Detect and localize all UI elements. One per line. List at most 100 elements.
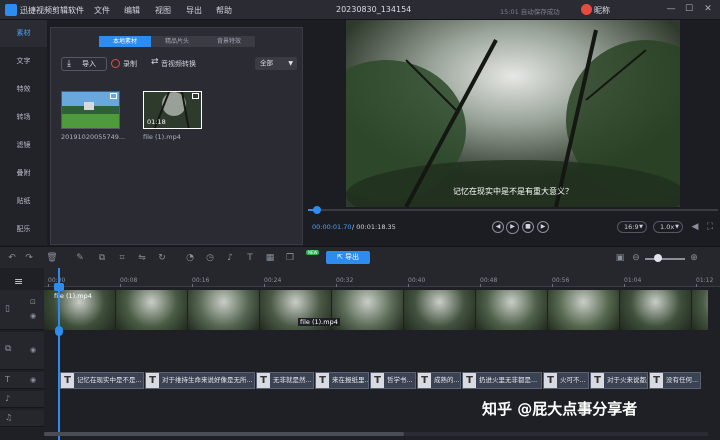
mic-icon[interactable]: ♪ (224, 252, 236, 264)
subtitle-clip[interactable]: T 火可不... (543, 372, 589, 389)
ruler-tick-label: 00:24 (264, 277, 282, 284)
ruler-tick-mark (192, 284, 193, 287)
fit-icon[interactable]: ▣ (614, 252, 626, 264)
sidebar-item-music[interactable]: 配乐 (0, 216, 47, 243)
avatar[interactable] (581, 4, 592, 15)
tab-backgrounds[interactable]: 背景特效 (203, 36, 255, 47)
sidebar-item-material[interactable]: 素材 (0, 20, 47, 47)
redo-icon[interactable]: ↷ (23, 252, 35, 264)
ruler-tick-label: 01:04 (624, 277, 642, 284)
playhead-marker[interactable] (55, 326, 63, 336)
timeline-scrollbar[interactable] (44, 432, 708, 436)
subtitle-clip[interactable]: T 成熟的... (417, 372, 461, 389)
prev-frame-icon[interactable]: ◀ (492, 221, 504, 233)
visibility-icon[interactable]: ◉ (30, 346, 36, 354)
playhead[interactable] (54, 268, 64, 440)
text-clip-icon: T (650, 373, 663, 388)
mirror-icon[interactable]: ⇋ (136, 252, 148, 264)
volume-icon[interactable]: ◀ (689, 221, 701, 233)
scrollbar-thumb[interactable] (44, 432, 404, 436)
media-item-image[interactable] (61, 91, 120, 129)
subtitle-clip[interactable]: T 哲学书... (370, 372, 416, 389)
video-clip[interactable]: file (1).mp4 file (1).mp4 (44, 290, 708, 330)
subtitle-clip[interactable]: T 没有任何... (649, 372, 701, 389)
minimize-icon[interactable]: — (664, 3, 678, 16)
aspect-value: 16:9 (624, 223, 639, 231)
copy-icon[interactable]: ❐ (284, 252, 296, 264)
subtitle-clip[interactable]: T 来在报纸里... (315, 372, 369, 389)
audio-track-icon: ♫ (5, 413, 13, 422)
tab-local-media[interactable]: 本地素材 (99, 36, 151, 47)
subtitle-clip[interactable]: T 扔进火里无非都是... (462, 372, 542, 389)
undo-icon[interactable]: ↶ (6, 252, 18, 264)
zoom-out-icon[interactable]: ⊖ (630, 252, 642, 264)
maximize-icon[interactable]: ☐ (682, 3, 696, 16)
convert-icon[interactable]: ⇄ (151, 57, 159, 67)
crop-icon[interactable]: ⌗ (116, 252, 128, 264)
zoom-handle[interactable] (654, 254, 662, 262)
text-add-icon[interactable]: T (244, 252, 256, 264)
record-button[interactable]: 录制 (123, 59, 137, 69)
timer-icon[interactable]: ◷ (204, 252, 216, 264)
menu-export[interactable]: 导出 (186, 5, 202, 16)
edit-icon[interactable]: ✎ (74, 252, 86, 264)
mosaic-icon[interactable]: ▦ (264, 252, 276, 264)
stop-icon[interactable]: ■ (522, 221, 534, 233)
new-badge: NEW (306, 250, 320, 255)
media-item-video[interactable]: 01:18 (143, 91, 202, 129)
next-frame-icon[interactable]: ▶ (537, 221, 549, 233)
ruler-tick-mark (120, 284, 121, 287)
close-icon[interactable]: ✕ (701, 3, 715, 16)
tab-intros[interactable]: 精品片头 (151, 36, 203, 47)
sidebar-item-stickers[interactable]: 贴纸 (0, 188, 47, 215)
zoom-in-icon[interactable]: ⊕ (688, 252, 700, 264)
subtitle-clip[interactable]: T 记忆在现实中是不是... (60, 372, 144, 389)
subtitle-clip-label: 对于火来说都是... (607, 376, 647, 384)
zoom-slider[interactable] (645, 258, 685, 260)
sidebar-item-filters[interactable]: 滤镜 (0, 132, 47, 159)
sidebar-item-transitions[interactable]: 转场 (0, 104, 47, 131)
media-filter-select[interactable]: 全部 ▼ (255, 57, 297, 70)
rotate-icon[interactable]: ↻ (156, 252, 168, 264)
text-clip-icon: T (316, 373, 329, 388)
time-ruler[interactable]: 00:00 00:08 00:16 00:24 00:32 00:40 00:48 00:56… (44, 268, 720, 287)
progress-handle[interactable] (313, 206, 321, 214)
sidebar-item-overlay[interactable]: 叠附 (0, 160, 47, 187)
playback-progress[interactable] (308, 206, 718, 214)
category-sidebar: 素材 文字 特效 转场 滤镜 叠附 贴纸 配乐 (0, 20, 47, 245)
visibility-icon[interactable]: ◉ (30, 376, 36, 384)
add-track-icon[interactable]: ≡ (14, 275, 23, 288)
playhead-handle[interactable] (54, 283, 64, 291)
ruler-tick-mark (336, 284, 337, 287)
user-name[interactable]: 昵称 (594, 5, 610, 16)
visibility-icon[interactable]: ◉ (30, 312, 36, 320)
title-bar: 迅捷视频剪辑软件 文件 编辑 视图 导出 帮助 20230830_134154 … (0, 0, 720, 20)
subtitle-clip-label: 哲学书... (387, 376, 413, 384)
subtitle-clip[interactable]: T 无非就是然... (256, 372, 314, 389)
subtitle-track: T 记忆在现实中是不是... T 对于维持生命来说好像是无所... T 无非就是然... T… (44, 372, 708, 389)
menu-file[interactable]: 文件 (94, 5, 110, 16)
speed-icon[interactable]: ◔ (184, 252, 196, 264)
menu-help[interactable]: 帮助 (216, 5, 232, 16)
record-icon[interactable] (111, 59, 120, 68)
lock-icon[interactable]: ⊡ (30, 298, 36, 306)
video-frame-thumbnail (188, 290, 260, 330)
menu-edit[interactable]: 编辑 (124, 5, 140, 16)
delete-icon[interactable]: 🗑 (46, 252, 58, 264)
export-button[interactable]: ⇱ 导出 (326, 251, 370, 264)
import-button[interactable]: ⤓ 导入 (61, 57, 107, 71)
speed-select[interactable]: 1.0x ▼ (653, 221, 683, 233)
sidebar-item-effects[interactable]: 特效 (0, 76, 47, 103)
subtitle-clip[interactable]: T对于火来说都是... (590, 372, 648, 389)
sidebar-item-text[interactable]: 文字 (0, 48, 47, 75)
subtitle-clip[interactable]: T 对于维持生命来说好像是无所... (145, 372, 255, 389)
music-track-header: ♪ (0, 391, 44, 408)
split-icon[interactable]: ⧉ (96, 252, 108, 264)
fullscreen-icon[interactable]: ⛶ (704, 221, 716, 233)
menu-view[interactable]: 视图 (155, 5, 171, 16)
video-preview[interactable]: 记忆在现实中是不是有重大意义？ (346, 20, 680, 207)
play-icon[interactable]: ▶ (506, 221, 519, 234)
convert-button[interactable]: 音视频转换 (161, 59, 196, 69)
aspect-ratio-select[interactable]: 16:9 ▼ (617, 221, 647, 233)
filter-value: 全部 (260, 59, 273, 67)
